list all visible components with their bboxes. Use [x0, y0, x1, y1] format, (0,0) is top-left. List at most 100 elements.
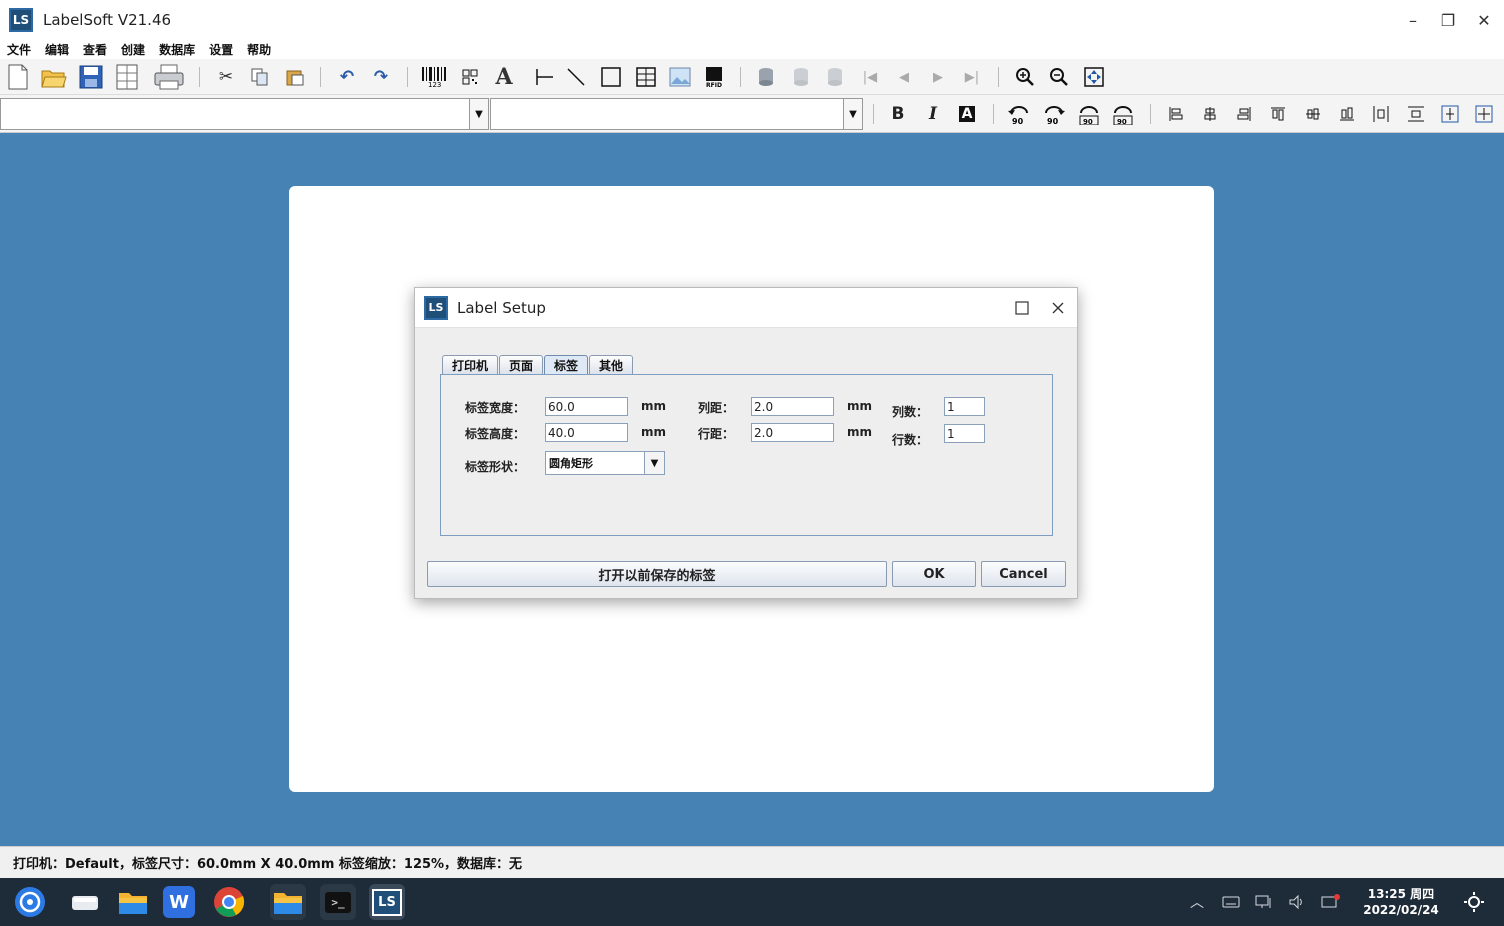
- dialog-maximize-icon[interactable]: [1011, 297, 1033, 319]
- open-saved-label-button[interactable]: 打开以前保存的标签: [427, 561, 887, 587]
- rfid-icon[interactable]: RFID: [700, 63, 728, 91]
- row-gap-input[interactable]: 2.0: [751, 423, 834, 442]
- status-text: 打印机：Default，标签尺寸：60.0mm X 40.0mm 标签缩放：12…: [13, 857, 523, 872]
- menu-edit[interactable]: 编辑: [45, 41, 69, 58]
- column-count-input[interactable]: 1: [944, 397, 985, 416]
- text-tool-icon[interactable]: A: [490, 63, 518, 91]
- first-record-icon[interactable]: |◀: [856, 63, 884, 91]
- svg-text:90: 90: [1117, 118, 1127, 125]
- chevron-down-icon[interactable]: ▼: [644, 452, 664, 474]
- line-tool-icon[interactable]: [562, 63, 590, 91]
- wps-glyph: W: [169, 891, 189, 913]
- brightness-icon[interactable]: [1462, 892, 1486, 912]
- cut-icon[interactable]: ✂: [212, 63, 240, 91]
- align-left-icon[interactable]: [1163, 101, 1189, 127]
- folder-active-icon[interactable]: [270, 884, 306, 920]
- align-bottom-icon[interactable]: [1334, 101, 1360, 127]
- tab-label[interactable]: 标签: [544, 355, 589, 374]
- label-width-input[interactable]: 60.0: [545, 397, 628, 416]
- zoom-out-icon[interactable]: [1045, 63, 1073, 91]
- restore-button[interactable]: ❐: [1433, 8, 1463, 32]
- chrome-icon[interactable]: [211, 884, 247, 920]
- notification-icon[interactable]: [1320, 892, 1342, 912]
- rotate-180-icon[interactable]: 90: [1076, 101, 1102, 127]
- database-icon[interactable]: [752, 63, 780, 91]
- database-table-icon[interactable]: [787, 63, 815, 91]
- open-folder-icon[interactable]: [40, 63, 68, 91]
- wps-icon[interactable]: W: [163, 886, 195, 918]
- close-button[interactable]: ✕: [1469, 8, 1499, 32]
- tab-printer[interactable]: 打印机: [442, 355, 499, 374]
- barcode-icon[interactable]: 123: [420, 63, 448, 91]
- ok-button[interactable]: OK: [892, 561, 976, 587]
- font-size-combo[interactable]: [490, 98, 844, 130]
- center-horizontal-icon[interactable]: [1437, 101, 1463, 127]
- zoom-fit-icon[interactable]: [1080, 63, 1108, 91]
- font-size-dropdown-icon[interactable]: ▼: [843, 98, 863, 130]
- tab-page[interactable]: 页面: [499, 355, 544, 374]
- minimize-button[interactable]: –: [1398, 8, 1428, 32]
- save-icon[interactable]: [77, 63, 105, 91]
- copy-icon[interactable]: [246, 63, 274, 91]
- tab-other[interactable]: 其他: [589, 355, 634, 374]
- rotate-right-icon[interactable]: 90: [1041, 101, 1067, 127]
- italic-button[interactable]: I: [920, 101, 946, 127]
- label-shape-select[interactable]: 圆角矩形 ▼: [545, 451, 665, 475]
- volume-icon[interactable]: [1286, 892, 1308, 912]
- distribute-horizontal-icon[interactable]: [1368, 101, 1394, 127]
- redo-icon[interactable]: ↷: [367, 63, 395, 91]
- paste-icon[interactable]: [281, 63, 309, 91]
- network-icon[interactable]: [1253, 892, 1275, 912]
- next-record-icon[interactable]: ▶: [924, 63, 952, 91]
- row-count-input[interactable]: 1: [944, 424, 985, 443]
- menu-settings[interactable]: 设置: [209, 41, 233, 58]
- distribute-vertical-icon[interactable]: [1403, 101, 1429, 127]
- file-manager-drive-icon[interactable]: [67, 884, 103, 920]
- main-toolbar: ✂ ↶ ↷ 123 A RFID |◀ ◀ ▶ ▶|: [0, 59, 1504, 95]
- bold-button[interactable]: B: [885, 101, 911, 127]
- svg-text:RFID: RFID: [706, 82, 722, 88]
- align-top-icon[interactable]: [1265, 101, 1291, 127]
- menu-file[interactable]: 文件: [7, 41, 31, 58]
- font-name-dropdown-icon[interactable]: ▼: [469, 98, 489, 130]
- menu-view[interactable]: 查看: [83, 41, 107, 58]
- print-icon[interactable]: [152, 63, 186, 91]
- menu-create[interactable]: 创建: [121, 41, 145, 58]
- qrcode-icon[interactable]: [456, 63, 484, 91]
- dimension-line-icon[interactable]: [530, 63, 558, 91]
- keyboard-icon[interactable]: [1220, 892, 1242, 912]
- inverse-button[interactable]: A: [954, 101, 980, 127]
- dialog-close-icon[interactable]: [1047, 297, 1069, 319]
- rotate-left-icon[interactable]: 90: [1006, 101, 1032, 127]
- terminal-icon[interactable]: >_: [320, 884, 356, 920]
- tray-expand-icon[interactable]: ︿: [1186, 892, 1208, 912]
- database-field-icon[interactable]: [821, 63, 849, 91]
- column-gap-input[interactable]: 2.0: [751, 397, 834, 416]
- folder-icon[interactable]: [115, 884, 151, 920]
- last-record-icon[interactable]: ▶|: [958, 63, 986, 91]
- toolbar-separator: [1150, 104, 1151, 124]
- table-tool-icon[interactable]: [632, 63, 660, 91]
- image-tool-icon[interactable]: [666, 63, 694, 91]
- font-name-combo[interactable]: [0, 98, 470, 130]
- clock[interactable]: 13:25 周四 2022/02/24: [1355, 886, 1447, 918]
- zoom-in-icon[interactable]: [1011, 63, 1039, 91]
- align-center-icon[interactable]: [1197, 101, 1223, 127]
- launcher-icon[interactable]: [12, 884, 48, 920]
- new-file-icon[interactable]: [4, 63, 32, 91]
- undo-icon[interactable]: ↶: [333, 63, 361, 91]
- center-vertical-icon[interactable]: [1471, 101, 1497, 127]
- align-right-icon[interactable]: [1231, 101, 1257, 127]
- menu-database[interactable]: 数据库: [159, 41, 195, 58]
- labelsoft-task-icon[interactable]: LS: [369, 884, 405, 920]
- rectangle-tool-icon[interactable]: [597, 63, 625, 91]
- prev-record-icon[interactable]: ◀: [890, 63, 918, 91]
- label-height-input[interactable]: 40.0: [545, 423, 628, 442]
- align-middle-icon[interactable]: [1300, 101, 1326, 127]
- page-layout-icon[interactable]: [113, 63, 141, 91]
- cancel-button[interactable]: Cancel: [981, 561, 1066, 587]
- toolbar-separator: [873, 104, 874, 124]
- dialog-app-icon: LS: [424, 295, 448, 320]
- menu-help[interactable]: 帮助: [247, 41, 271, 58]
- rotate-270-icon[interactable]: 90: [1110, 101, 1136, 127]
